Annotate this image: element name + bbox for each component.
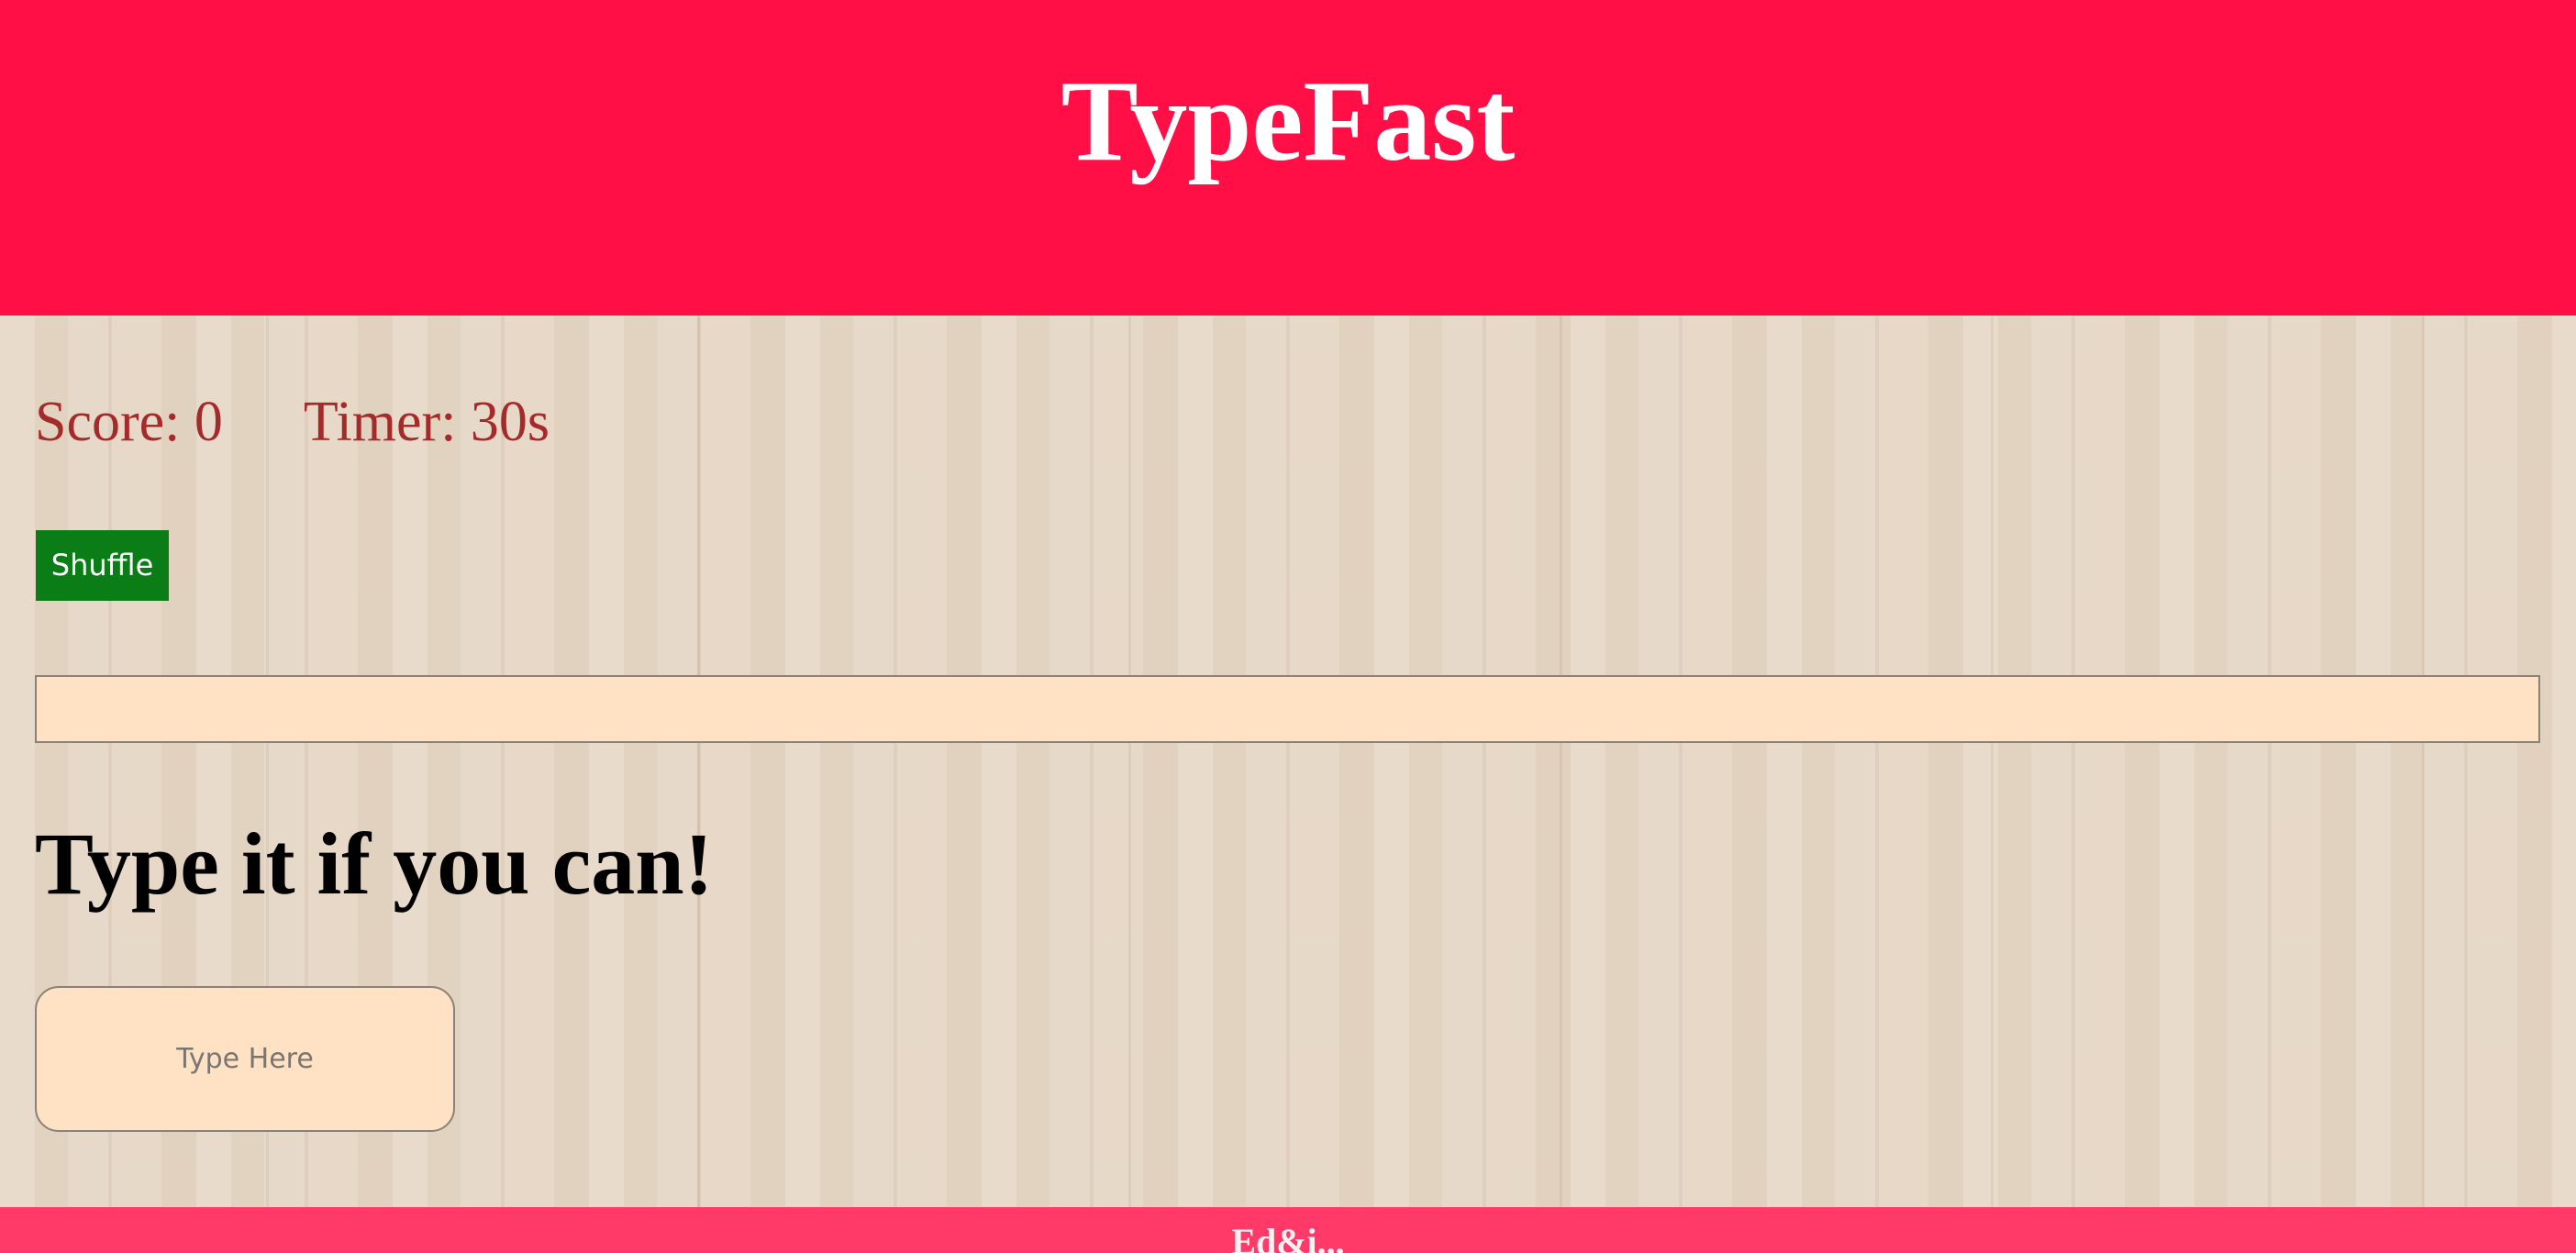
shuffle-button[interactable]: Shuffle bbox=[36, 530, 169, 601]
app-header: TypeFast bbox=[0, 0, 2576, 316]
score-label: Score: 0 bbox=[35, 390, 223, 453]
app-title: TypeFast bbox=[1060, 58, 1516, 185]
timer-label: Timer: 30s bbox=[303, 390, 550, 453]
footer: Ed&i... bbox=[0, 1207, 2576, 1253]
footer-text: Ed&i... bbox=[1231, 1221, 1345, 1253]
word-display bbox=[35, 675, 2540, 743]
type-input[interactable] bbox=[35, 986, 455, 1132]
prompt-heading: Type it if you can! bbox=[35, 815, 714, 913]
stats-bar: Score: 0 Timer: 30s bbox=[35, 385, 550, 459]
